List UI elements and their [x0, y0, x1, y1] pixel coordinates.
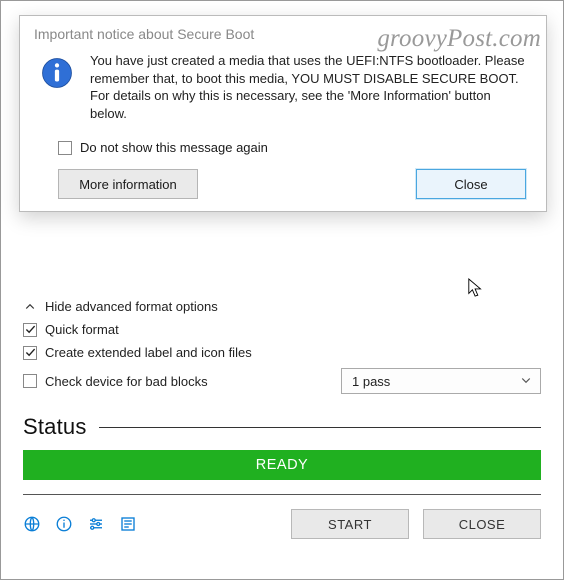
- bad-blocks-pass-select[interactable]: 1 pass: [341, 368, 541, 394]
- divider: [23, 494, 541, 495]
- close-label: CLOSE: [459, 517, 506, 532]
- status-state: READY: [256, 457, 308, 473]
- status-title: Status: [23, 414, 87, 440]
- close-button[interactable]: CLOSE: [423, 509, 541, 539]
- dont-show-label: Do not show this message again: [80, 140, 268, 155]
- start-label: START: [328, 517, 372, 532]
- bad-blocks-pass-value: 1 pass: [352, 374, 390, 389]
- dialog-close-label: Close: [454, 177, 487, 192]
- dialog-body-text: You have just created a media that uses …: [90, 52, 526, 122]
- bottom-row: START CLOSE: [23, 509, 541, 539]
- chevron-up-icon: [23, 300, 37, 314]
- dialog-close-button[interactable]: Close: [416, 169, 526, 199]
- chevron-down-icon: [520, 374, 534, 388]
- extended-label-row: Create extended label and icon files: [23, 341, 541, 364]
- toolbar-icons: [23, 515, 137, 533]
- extended-label-label: Create extended label and icon files: [45, 345, 252, 360]
- quick-format-row: Quick format: [23, 318, 541, 341]
- toggle-advanced-format[interactable]: Hide advanced format options: [23, 295, 541, 318]
- info-icon: [40, 56, 74, 90]
- globe-icon[interactable]: [23, 515, 41, 533]
- advanced-header-label: Hide advanced format options: [45, 299, 218, 314]
- secure-boot-dialog: Important notice about Secure Boot You h…: [19, 15, 547, 212]
- log-icon[interactable]: [119, 515, 137, 533]
- extended-label-checkbox[interactable]: [23, 346, 37, 360]
- bad-blocks-checkbox[interactable]: [23, 374, 37, 388]
- dont-show-checkbox[interactable]: [58, 141, 72, 155]
- dialog-title: Important notice about Secure Boot: [20, 16, 546, 46]
- bad-blocks-label: Check device for bad blocks: [45, 374, 208, 389]
- quick-format-checkbox[interactable]: [23, 323, 37, 337]
- status-header: Status: [23, 414, 541, 440]
- bad-blocks-row: Check device for bad blocks 1 pass: [23, 364, 541, 398]
- start-button[interactable]: START: [291, 509, 409, 539]
- action-buttons: START CLOSE: [291, 509, 541, 539]
- dialog-body-line1: You have just created a media that uses …: [90, 52, 526, 87]
- more-information-label: More information: [79, 177, 177, 192]
- dialog-body-line2: For details on why this is necessary, se…: [90, 87, 526, 122]
- info-small-icon[interactable]: [55, 515, 73, 533]
- more-information-button[interactable]: More information: [58, 169, 198, 199]
- quick-format-label: Quick format: [45, 322, 119, 337]
- status-bar: READY: [23, 450, 541, 480]
- sliders-icon[interactable]: [87, 515, 105, 533]
- status-rule: [99, 427, 541, 428]
